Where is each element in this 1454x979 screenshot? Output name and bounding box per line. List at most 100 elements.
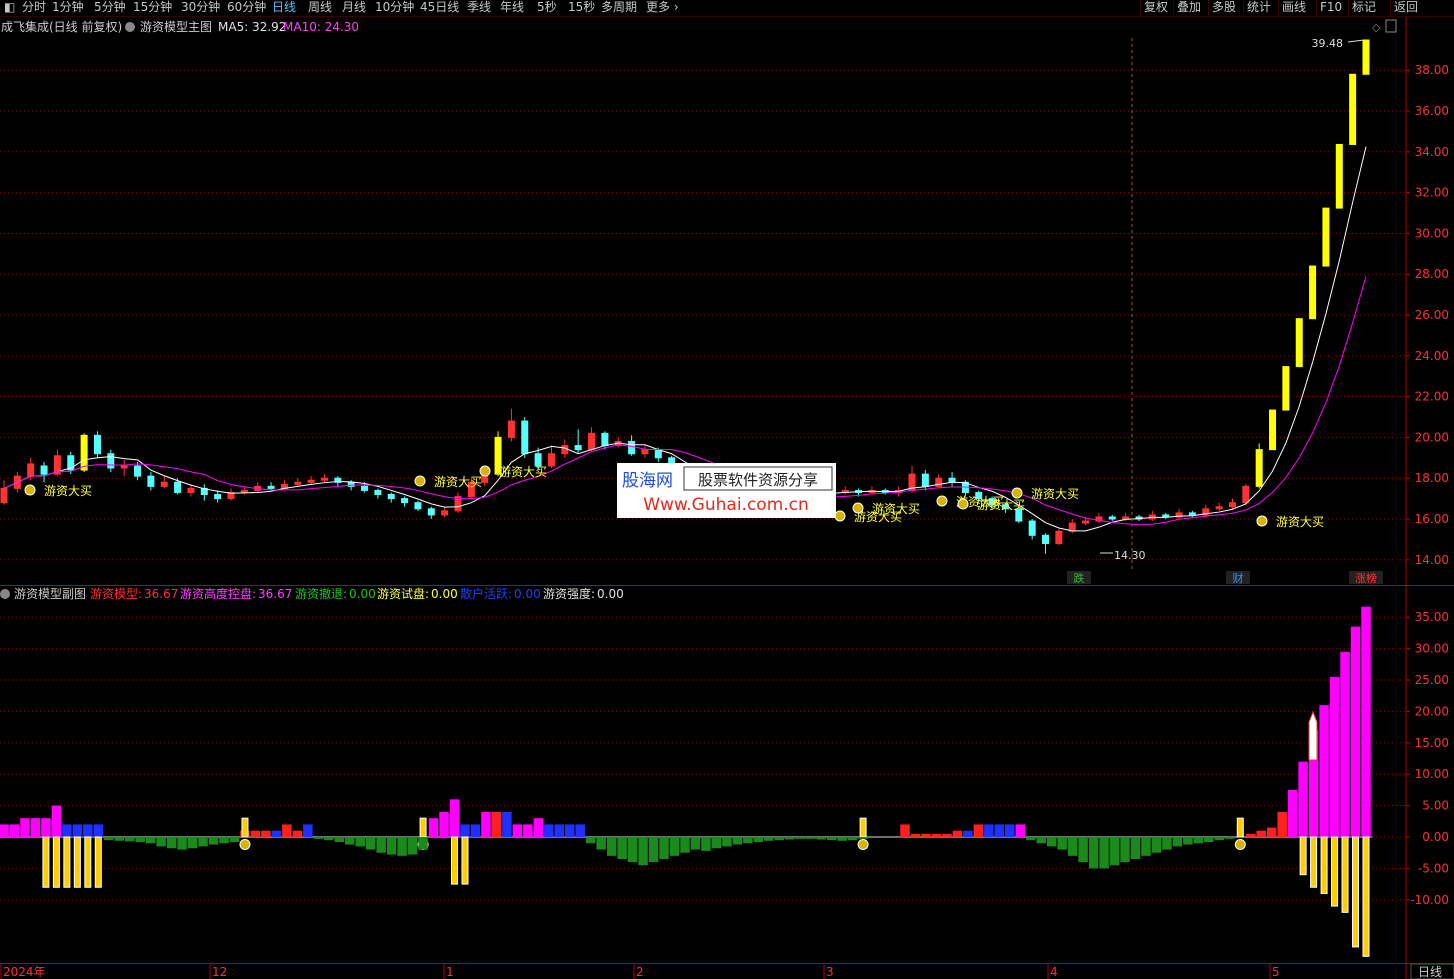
sub-bar (439, 811, 449, 837)
candle-body (174, 481, 182, 493)
trial-bar (1320, 836, 1328, 895)
stock-chart[interactable]: ◇38.0036.0034.0032.0030.0028.0026.0024.0… (0, 0, 1454, 979)
sub-bar (271, 830, 282, 837)
sub-bar (502, 811, 512, 837)
time-axis-label: 1 (446, 965, 454, 979)
price-tick-label: 32.00 (1415, 186, 1449, 200)
retreat-bar (1141, 837, 1151, 856)
candle-body (1295, 318, 1303, 368)
watermark-url: Www.Guhai.com.cn (643, 495, 809, 515)
retreat-bar (585, 837, 596, 844)
sub-bar (973, 824, 984, 837)
retreat-bar (324, 837, 334, 841)
price-tick-label: 22.00 (1415, 390, 1449, 404)
value-tick-label: -5.00 (1418, 861, 1449, 875)
candle-body (120, 465, 128, 469)
candle-body (427, 508, 435, 516)
candle-body (160, 481, 168, 487)
price-tick-label: 24.00 (1415, 349, 1449, 363)
candle-body (80, 434, 88, 471)
sub-bar (72, 824, 83, 837)
candle-body (1162, 514, 1170, 518)
retreat-bar (1225, 837, 1235, 839)
retreat-bar (124, 837, 135, 842)
candle-body (294, 481, 302, 485)
retreat-bar (596, 837, 606, 850)
money-bag-icon (239, 839, 251, 851)
price-tick-label: 28.00 (1415, 267, 1449, 281)
stock-title: 成飞集成(日线 前复权) (1, 19, 122, 34)
sub-bar (1298, 761, 1308, 837)
retreat-bar (837, 837, 847, 841)
trial-bar (73, 836, 81, 888)
candle-body (1242, 485, 1250, 504)
retreat-bar (722, 837, 732, 847)
time-axis-label: 2 (636, 965, 644, 979)
legend-value: 36.67 (258, 587, 292, 601)
retreat-bar (743, 837, 753, 844)
trial-bar (859, 817, 867, 838)
candle-body (374, 489, 382, 496)
retreat-bar (418, 837, 428, 850)
sub-bar (1266, 827, 1277, 837)
retreat-bar (355, 837, 365, 847)
candle-body (441, 510, 449, 516)
candle-body (921, 473, 929, 487)
trial-bar (1299, 836, 1307, 876)
candle-body (1042, 534, 1050, 544)
low-marker-label: 14.30 (1114, 549, 1146, 562)
sub-bar (963, 830, 973, 837)
retreat-bar (219, 837, 229, 844)
sub-bar (481, 811, 491, 837)
candle-body (1215, 506, 1223, 510)
sub-bar (460, 824, 470, 837)
candle-body (107, 453, 115, 469)
candle-body (1028, 520, 1036, 536)
sub-bar (83, 824, 93, 837)
retreat-bar (198, 837, 208, 847)
candle-body (521, 420, 529, 455)
candle-body (1228, 502, 1236, 508)
sub-bar (921, 833, 931, 837)
candle-body (1335, 143, 1343, 209)
candle-body (561, 445, 569, 455)
candle-body (147, 475, 155, 487)
rocket-icon (1308, 710, 1318, 761)
sub-bar (62, 824, 72, 837)
candle-body (948, 477, 956, 483)
retreat-bar (1183, 837, 1193, 845)
price-tick-label: 38.00 (1415, 63, 1449, 77)
retreat-bar (701, 837, 711, 851)
legend-value: 0.00 (514, 587, 541, 601)
retreat-bar (659, 837, 669, 859)
money-bag-icon (936, 495, 948, 507)
retreat-bar (816, 837, 826, 840)
candle-body (134, 465, 142, 477)
value-tick-label: -10.00 (1410, 893, 1449, 907)
signal-label: 游资大买 (1276, 515, 1324, 529)
candle-body (414, 502, 422, 510)
sub-bar (1350, 626, 1361, 837)
money-bag-icon (857, 839, 869, 851)
candle-body (40, 465, 48, 475)
candle-body (401, 498, 409, 504)
retreat-bar (732, 837, 743, 845)
value-tick-label: 20.00 (1415, 704, 1449, 718)
retreat-bar (313, 837, 324, 839)
ma10-label: MA10: 24.30 (283, 20, 359, 34)
sub-bar (544, 824, 554, 837)
sub-bar (20, 818, 30, 837)
sub-bar (41, 818, 51, 837)
retreat-bar (397, 837, 407, 856)
retreat-bar (177, 837, 187, 850)
sub-bar (952, 830, 963, 837)
retreat-bar (606, 837, 617, 856)
retreat-bar (1130, 837, 1141, 859)
sub-bar (261, 830, 271, 837)
retreat-bar (229, 837, 240, 843)
sub-bar (93, 824, 104, 837)
sub-bar (910, 833, 921, 837)
retreat-bar (1151, 837, 1162, 853)
sub-bar (533, 818, 544, 837)
signal-label: 游资大买 (872, 502, 920, 516)
